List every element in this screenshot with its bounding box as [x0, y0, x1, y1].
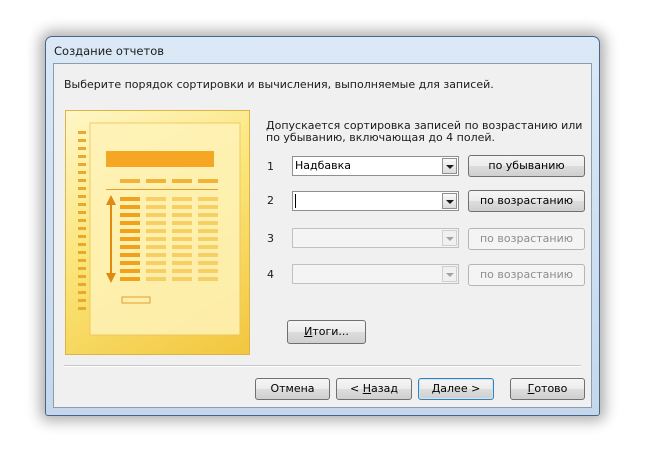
sort-field-3-combo[interactable] — [292, 228, 459, 248]
finish-button[interactable]: Готово — [510, 378, 585, 400]
sort-order-1-button[interactable]: по убыванию — [468, 155, 585, 177]
sort-field-4-combo[interactable] — [292, 264, 459, 284]
chevron-down-icon[interactable] — [442, 193, 457, 209]
sort-row-4-number: 4 — [267, 268, 274, 281]
next-label: алее > — [440, 382, 481, 395]
report-page-icon — [78, 122, 241, 336]
text-cursor — [295, 194, 296, 208]
summary-label: тоги... — [312, 325, 349, 338]
window-title: Создание отчетов — [54, 44, 165, 58]
sort-row-2-number: 2 — [267, 194, 274, 207]
back-label: азад — [371, 382, 398, 395]
finish-label: отово — [534, 382, 568, 395]
next-button[interactable]: Далее > — [418, 378, 494, 400]
dialog-client-area: Выберите порядок сортировки и вычисления… — [53, 63, 592, 408]
report-wizard-dialog: Создание отчетов Выберите порядок сортир… — [45, 36, 600, 416]
sort-row-3-number: 3 — [267, 232, 274, 245]
title-bar[interactable]: Создание отчетов — [46, 37, 599, 63]
sort-order-2-button[interactable]: по возрастанию — [468, 190, 585, 212]
sort-field-1-value: Надбавка — [295, 159, 352, 172]
sort-field-2-combo[interactable] — [292, 191, 459, 211]
back-prefix: < — [350, 382, 363, 395]
chevron-down-icon[interactable] — [442, 230, 457, 246]
mnemonic: Н — [362, 382, 372, 395]
chevron-down-icon[interactable] — [442, 266, 457, 282]
sort-order-3-button[interactable]: по возрастанию — [468, 228, 585, 250]
sort-field-1-combo[interactable]: Надбавка — [292, 156, 459, 176]
cancel-button[interactable]: Отмена — [255, 378, 330, 400]
footer-divider — [64, 365, 581, 367]
report-preview-illustration — [65, 110, 250, 355]
sort-order-4-button[interactable]: по возрастанию — [468, 264, 585, 286]
mnemonic: Д — [431, 382, 441, 395]
sort-row-1-number: 1 — [267, 160, 274, 173]
sort-description: Допускается сортировка записей по возрас… — [266, 119, 583, 144]
back-button[interactable]: < Назад — [336, 378, 412, 400]
instruction-text: Выберите порядок сортировки и вычисления… — [64, 78, 494, 91]
summary-options-button[interactable]: Итоги... — [287, 320, 366, 344]
chevron-down-icon[interactable] — [442, 158, 457, 174]
